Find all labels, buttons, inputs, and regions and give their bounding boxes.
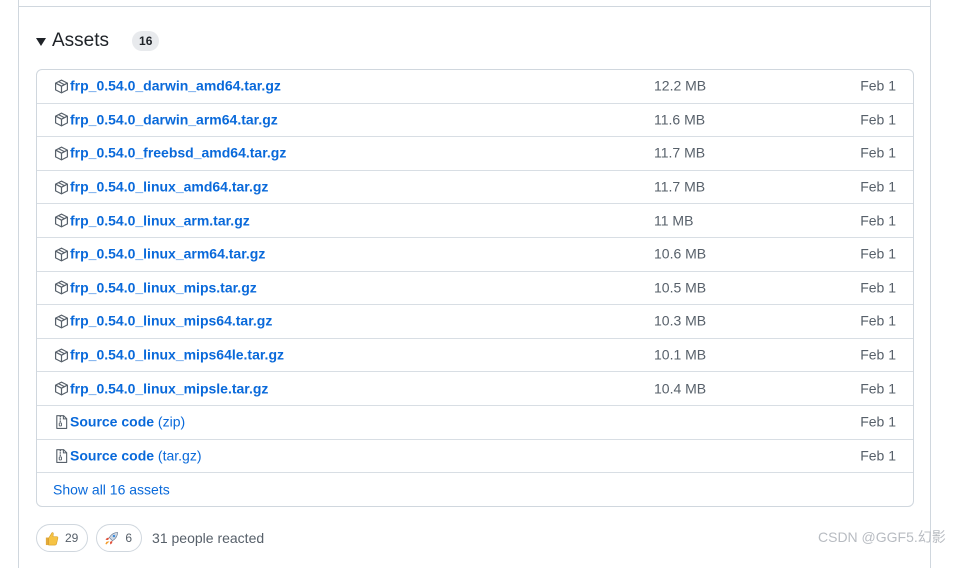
- asset-date: Feb 1: [860, 77, 896, 94]
- asset-date: Feb 1: [860, 380, 896, 397]
- assets-list: frp_0.54.0_darwin_amd64.tar.gz 12.2 MB Feb…: [36, 69, 914, 507]
- asset-size: 10.6 MB: [654, 245, 707, 262]
- asset-row: frp_0.54.0_linux_arm64.tar.gz 10.6 MB Feb …: [37, 238, 913, 272]
- assets-title[interactable]: Assets: [52, 30, 109, 52]
- asset-row: frp_0.54.0_linux_mips64.tar.gz 10.3 MB Feb…: [37, 305, 913, 339]
- reactions-summary: 31 people reacted: [152, 530, 265, 546]
- source-code-row: Source code (tar.gz) Feb 1: [37, 440, 913, 474]
- watermark: CSDN @GGF5.幻影: [818, 529, 946, 545]
- asset-date: Feb 1: [860, 178, 896, 195]
- package-icon: [53, 145, 69, 161]
- assets-header[interactable]: Assets 16: [36, 28, 160, 54]
- thumbs-up-icon: [44, 531, 59, 546]
- asset-size: 10.1 MB: [654, 346, 707, 363]
- reaction-rocket-button[interactable]: 6: [96, 524, 143, 552]
- asset-download-link[interactable]: frp_0.54.0_freebsd_amd64.tar.gz: [70, 145, 286, 161]
- asset-date: Feb 1: [860, 447, 896, 464]
- package-icon: [53, 347, 69, 363]
- asset-size: 11.7 MB: [654, 178, 706, 195]
- source-code-link[interactable]: Source code (tar.gz): [70, 448, 202, 464]
- source-code-label: Source code: [70, 447, 155, 464]
- asset-size: 10.5 MB: [654, 279, 707, 296]
- asset-row: frp_0.54.0_linux_arm.tar.gz 11 MB Feb 1: [37, 204, 913, 238]
- caret-down-icon[interactable]: [36, 38, 46, 46]
- asset-size: 10.4 MB: [654, 380, 707, 397]
- asset-date: Feb 1: [860, 279, 896, 296]
- reaction-count: 29: [65, 531, 79, 545]
- asset-download-link[interactable]: frp_0.54.0_linux_amd64.tar.gz: [70, 179, 268, 195]
- package-icon: [53, 179, 69, 195]
- reaction-thumbs-up-button[interactable]: 29: [36, 524, 89, 552]
- asset-download-link[interactable]: frp_0.54.0_linux_mips.tar.gz: [70, 280, 257, 296]
- asset-download-link[interactable]: frp_0.54.0_linux_arm64.tar.gz: [70, 246, 265, 262]
- show-all-row: Show all 16 assets: [37, 473, 913, 506]
- asset-date: Feb 1: [860, 212, 896, 229]
- asset-download-link[interactable]: frp_0.54.0_darwin_arm64.tar.gz: [70, 112, 278, 128]
- asset-size: 12.2 MB: [654, 77, 707, 94]
- section-divider: [18, 6, 931, 7]
- package-icon: [53, 213, 69, 229]
- asset-size: 10.3 MB: [654, 313, 707, 330]
- asset-download-link[interactable]: frp_0.54.0_linux_mips64.tar.gz: [70, 313, 272, 329]
- rocket-icon: [104, 531, 119, 546]
- package-icon: [53, 112, 69, 128]
- show-all-assets-link[interactable]: Show all 16 assets: [53, 482, 170, 498]
- source-code-row: Source code (zip) Feb 1: [37, 406, 913, 440]
- asset-date: Feb 1: [860, 413, 896, 430]
- asset-row: frp_0.54.0_darwin_arm64.tar.gz 11.6 MB Feb…: [37, 104, 913, 138]
- asset-size: 11 MB: [654, 212, 694, 229]
- source-code-link[interactable]: Source code (zip): [70, 414, 185, 430]
- asset-size: 11.6 MB: [654, 111, 706, 128]
- asset-download-link[interactable]: frp_0.54.0_linux_arm.tar.gz: [70, 212, 250, 228]
- asset-download-link[interactable]: frp_0.54.0_linux_mipsle.tar.gz: [70, 380, 268, 396]
- asset-date: Feb 1: [860, 245, 896, 262]
- source-code-format: (tar.gz): [157, 447, 202, 464]
- asset-date: Feb 1: [860, 145, 896, 162]
- asset-row: frp_0.54.0_linux_mipsle.tar.gz 10.4 MB Feb…: [37, 372, 913, 406]
- reactions-bar: 29 6 31 people reacted: [36, 524, 264, 552]
- source-code-label: Source code: [70, 413, 155, 430]
- package-icon: [53, 246, 69, 262]
- asset-download-link[interactable]: frp_0.54.0_darwin_amd64.tar.gz: [70, 78, 281, 94]
- asset-download-link[interactable]: frp_0.54.0_linux_mips64le.tar.gz: [70, 347, 284, 363]
- asset-date: Feb 1: [860, 346, 896, 363]
- file-zip-icon: [53, 414, 69, 430]
- asset-row: frp_0.54.0_linux_amd64.tar.gz 11.7 MB Feb …: [37, 171, 913, 205]
- reaction-count: 6: [125, 531, 133, 545]
- asset-row: frp_0.54.0_linux_mips64le.tar.gz 10.1 MB F…: [37, 339, 913, 373]
- asset-row: frp_0.54.0_linux_mips.tar.gz 10.5 MB Feb 1: [37, 272, 913, 306]
- asset-row: frp_0.54.0_darwin_amd64.tar.gz 12.2 MB Feb…: [37, 70, 913, 104]
- package-icon: [53, 78, 69, 94]
- package-icon: [53, 381, 69, 397]
- asset-row: frp_0.54.0_freebsd_amd64.tar.gz 11.7 MB Fe…: [37, 137, 913, 171]
- asset-date: Feb 1: [860, 313, 896, 330]
- source-code-format: (zip): [157, 413, 186, 430]
- asset-size: 11.7 MB: [654, 145, 706, 162]
- asset-date: Feb 1: [860, 111, 896, 128]
- file-zip-icon: [53, 448, 69, 464]
- package-icon: [53, 313, 69, 329]
- assets-count-badge: 16: [132, 31, 160, 51]
- package-icon: [53, 280, 69, 296]
